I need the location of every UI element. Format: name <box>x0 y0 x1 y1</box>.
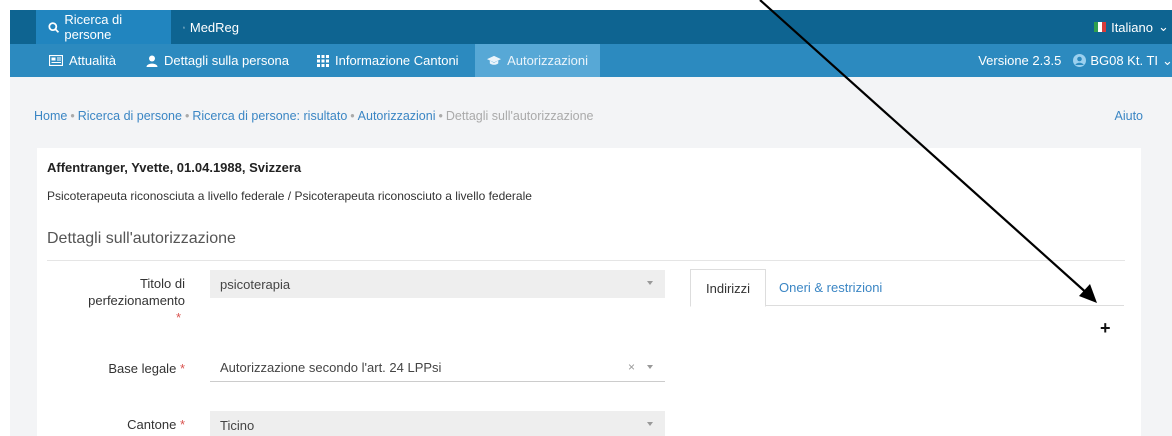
user-label: BG08 Kt. TI <box>1090 53 1158 68</box>
nav-tab-authorizations[interactable]: Autorizzazioni <box>475 44 600 77</box>
nav-tab-person-details[interactable]: Dettagli sulla persona <box>134 44 301 77</box>
label-line: Titolo di <box>139 276 185 291</box>
tab-addresses[interactable]: Indirizzi <box>690 269 767 307</box>
tab-obligations-restrictions[interactable]: Oneri & restrizioni <box>764 269 897 306</box>
language-label: Italiano <box>1111 19 1153 35</box>
language-selector[interactable]: Italiano ⌄ <box>1094 10 1172 44</box>
nav-tab-person-search[interactable]: Ricerca di persone <box>36 10 171 44</box>
required-mark: * <box>179 361 185 376</box>
breadcrumb-separator: • <box>184 109 190 123</box>
label-line: perfezionamento <box>88 293 185 308</box>
search-icon <box>48 21 60 33</box>
page: Ricerca di persone MedReg Italiano ⌄ Att… <box>10 10 1172 436</box>
section-title: Dettagli sull'autorizzazione <box>47 230 236 247</box>
caret-down-icon <box>647 281 653 285</box>
nav-tab-label: Attualità <box>69 53 116 68</box>
version-label: Versione 2.3.5 <box>978 53 1062 68</box>
nav-tab-label: Dettagli sulla persona <box>164 53 290 68</box>
legal-basis-select[interactable]: Autorizzazione secondo l'art. 24 LPPsi × <box>210 354 665 382</box>
training-title-label: Titolo di perfezionamento * <box>57 275 185 326</box>
breadcrumb: Home • Ricerca di persone • Ricerca di perso… <box>34 109 594 123</box>
user-icon <box>146 55 158 67</box>
legal-basis-label: Base legale * <box>57 360 185 377</box>
nav-tab-canton-info[interactable]: Informazione Cantoni <box>305 44 471 77</box>
clear-icon[interactable]: × <box>628 360 635 374</box>
grid-icon <box>317 54 329 67</box>
breadcrumb-separator: • <box>350 109 355 123</box>
caret-down-icon <box>647 365 653 369</box>
graduation-cap-icon <box>487 55 502 65</box>
add-button[interactable]: + <box>1100 318 1111 339</box>
required-mark: * <box>175 310 181 325</box>
nav-tab-news[interactable]: Attualità <box>37 44 128 77</box>
canton-select[interactable]: Ticino <box>210 411 665 436</box>
chevron-down-icon: ⌄ <box>1158 19 1169 34</box>
person-heading: Affentranger, Yvette, 01.04.1988, Svizze… <box>47 160 302 175</box>
newspaper-icon <box>49 55 63 66</box>
nav-tab-label: Ricerca di persone <box>64 12 123 42</box>
canton-label: Cantone * <box>57 416 185 433</box>
detail-tabs: Indirizzi Oneri & restrizioni <box>690 269 1124 307</box>
nav-tab-label: Informazione Cantoni <box>335 53 459 68</box>
chevron-down-icon: ⌄ <box>1162 52 1172 68</box>
breadcrumb-separator: • <box>438 109 443 123</box>
sitemap-icon <box>183 26 185 28</box>
label-text: Base legale <box>108 361 177 376</box>
top-navbar: Ricerca di persone MedReg Italiano ⌄ <box>10 10 1172 44</box>
section-divider <box>47 260 1125 261</box>
training-title-select[interactable]: psicoterapia <box>210 270 665 298</box>
breadcrumb-current: Dettagli sull'autorizzazione <box>445 109 594 123</box>
sub-navbar: Attualità Dettagli sulla persona Informa… <box>10 44 1172 77</box>
user-menu[interactable]: BG08 Kt. TI ⌄ <box>1073 53 1172 69</box>
subbar-right: Versione 2.3.5 BG08 Kt. TI ⌄ <box>978 44 1172 77</box>
label-text: Cantone <box>127 417 177 432</box>
required-mark: * <box>179 417 185 432</box>
breadcrumb-separator: • <box>70 109 75 123</box>
italy-flag-icon <box>1094 22 1107 32</box>
nav-tab-medreg[interactable]: MedReg <box>171 10 251 44</box>
user-circle-icon <box>1073 54 1087 67</box>
breadcrumb-authorizations[interactable]: Autorizzazioni <box>358 109 436 123</box>
nav-tab-label: Autorizzazioni <box>507 53 588 68</box>
breadcrumb-home[interactable]: Home <box>34 109 67 123</box>
authorization-card: Affentranger, Yvette, 01.04.1988, Svizze… <box>37 148 1141 436</box>
breadcrumb-search-result[interactable]: Ricerca di persone: risultato <box>192 109 347 123</box>
help-link[interactable]: Aiuto <box>1115 109 1144 123</box>
selected-value: Ticino <box>220 417 255 433</box>
selected-value: Autorizzazione secondo l'art. 24 LPPsi <box>220 360 442 375</box>
nav-tab-label: MedReg <box>189 19 239 35</box>
selected-value: psicoterapia <box>220 276 291 292</box>
breadcrumb-person-search[interactable]: Ricerca di persone <box>78 109 182 123</box>
profession-description: Psicoterapeuta riconosciuta a livello fe… <box>47 189 532 203</box>
caret-down-icon <box>647 422 653 426</box>
